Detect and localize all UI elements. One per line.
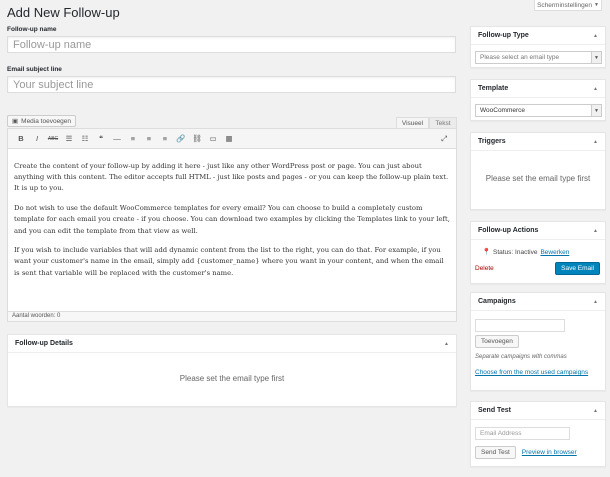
triggers-title: Triggers [478,138,506,145]
template-header[interactable]: Template ▲ [471,80,605,98]
add-media-button[interactable]: ▣ Media toevoegen [7,115,77,127]
align-center-button[interactable]: ≡ [141,132,157,146]
align-right-button[interactable]: ≡ [157,132,173,146]
collapse-arrow-icon[interactable]: ▲ [593,139,598,145]
strikethrough-button[interactable]: ABC [45,132,61,146]
chevron-down-icon: ▼ [591,52,601,63]
editor-paragraph-2: Do not wish to use the default WooCommer… [14,204,450,235]
follow-up-details-title: Follow-up Details [15,340,73,347]
horizontal-rule-button[interactable]: — [109,132,125,146]
collapse-arrow-icon[interactable]: ▲ [593,86,598,92]
template-box: Template ▲ WooCommerce ▼ [470,79,606,121]
collapse-arrow-icon[interactable]: ▲ [593,299,598,305]
word-count: Aantal woorden: 0 [7,312,457,322]
email-subject-input[interactable]: Your subject line [7,76,456,93]
status-text: Status: Inactive [493,248,538,256]
caret-down-icon: ▼ [593,2,599,8]
follow-up-actions-title: Follow-up Actions [478,227,539,234]
follow-up-actions-header[interactable]: Follow-up Actions ▲ [471,222,605,240]
send-test-box: Send Test ▲ Email Address Send Test Prev… [470,401,606,467]
follow-up-actions-box: Follow-up Actions ▲ 📍 Status: Inactive B… [470,221,606,284]
insert-link-button[interactable]: 🔗 [173,132,189,146]
follow-up-details-header[interactable]: Follow-up Details ▲ [8,335,456,353]
editor-content[interactable]: Create the content of your follow-up by … [7,149,457,312]
read-more-button[interactable]: ▭ [205,132,221,146]
bullet-list-button[interactable]: ☰ [61,132,77,146]
send-test-button[interactable]: Send Test [475,446,516,459]
triggers-message: Please set the email type first [485,174,591,183]
tab-visual[interactable]: Visueel [396,117,429,128]
editor-toolbar: B I ABC ☰ ☷ ❝ — ≡ ≡ ≡ 🔗 ⛓ ▭ ▦ ⤢ [7,128,457,149]
media-icon: ▣ [12,118,19,125]
actions-row: Delete Save Email [471,262,605,275]
toolbar-toggle-button[interactable]: ▦ [221,132,237,146]
send-test-title: Send Test [478,407,511,414]
choose-campaigns-link[interactable]: Choose from the most used campaigns [475,369,605,376]
email-type-select[interactable]: Please select an email type ▼ [475,51,602,64]
add-media-label: Media toevoegen [21,117,72,125]
pin-icon: 📍 [482,249,491,256]
follow-up-type-box: Follow-up Type ▲ Please select an email … [470,26,606,68]
delete-link[interactable]: Delete [475,265,494,272]
campaign-add-row: Toevoegen [475,335,605,348]
bold-button[interactable]: B [13,132,29,146]
numbered-list-button[interactable]: ☷ [77,132,93,146]
template-value: WooCommerce [480,107,526,114]
add-campaign-button[interactable]: Toevoegen [475,335,519,348]
follow-up-type-header[interactable]: Follow-up Type ▲ [471,27,605,45]
email-type-value: Please select an email type [480,54,560,61]
follow-up-name-input[interactable]: Follow-up name [7,36,456,53]
save-email-button[interactable]: Save Email [555,262,600,275]
test-email-input[interactable]: Email Address [475,427,570,440]
email-subject-label: Email subject line [7,66,62,73]
collapse-arrow-icon[interactable]: ▲ [444,341,449,347]
collapse-arrow-icon[interactable]: ▲ [593,408,598,414]
follow-up-type-title: Follow-up Type [478,32,529,39]
collapse-arrow-icon[interactable]: ▲ [593,228,598,234]
editor-paragraph-3: If you wish to include variables that wi… [14,246,444,277]
template-title: Template [478,85,509,92]
follow-up-details-box: Follow-up Details ▲ Please set the email… [7,334,457,407]
campaigns-hint: Separate campaigns with commas [475,354,567,360]
triggers-box: Triggers ▲ Please set the email type fir… [470,132,606,210]
tab-text[interactable]: Tekst [429,117,457,128]
preview-in-browser-link[interactable]: Preview in browser [522,449,577,456]
send-test-row: Send Test Preview in browser [475,446,605,459]
blockquote-button[interactable]: ❝ [93,132,109,146]
chevron-down-icon: ▼ [591,105,601,116]
template-select[interactable]: WooCommerce ▼ [475,104,602,117]
send-test-header[interactable]: Send Test ▲ [471,402,605,420]
details-message: Please set the email type first [179,374,285,383]
edit-status-link[interactable]: Bewerken [540,249,569,256]
page-title: Add New Follow-up [7,5,120,20]
italic-button[interactable]: I [29,132,45,146]
follow-up-name-placeholder: Follow-up name [13,39,92,51]
campaign-input[interactable] [475,319,565,332]
remove-link-button[interactable]: ⛓ [189,132,205,146]
triggers-header[interactable]: Triggers ▲ [471,133,605,151]
follow-up-name-label: Follow-up name [7,26,57,33]
collapse-arrow-icon[interactable]: ▲ [593,33,598,39]
align-left-button[interactable]: ≡ [125,132,141,146]
editor-paragraph-1: Create the content of your follow-up by … [14,162,449,193]
test-email-placeholder: Email Address [480,430,522,437]
screen-options-tab[interactable]: Scherminstellingen ▼ [534,0,602,11]
screen-options-label: Scherminstellingen [537,1,592,9]
campaigns-title: Campaigns [478,298,516,305]
email-subject-placeholder: Your subject line [13,79,94,91]
campaigns-header[interactable]: Campaigns ▲ [471,293,605,311]
fullscreen-button[interactable]: ⤢ [436,132,452,146]
status-row: 📍 Status: Inactive Bewerken [482,248,605,257]
campaigns-box: Campaigns ▲ Toevoegen Separate campaigns… [470,292,606,391]
